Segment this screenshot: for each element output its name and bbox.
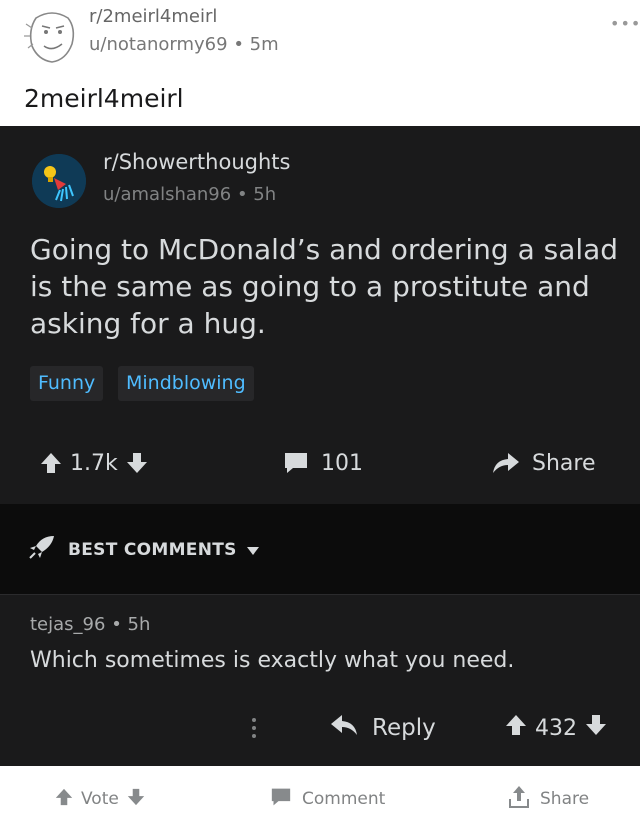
chevron-down-icon — [246, 540, 259, 560]
flair-mindblowing[interactable]: Mindblowing — [118, 366, 254, 401]
comment-sort-bar: BEST COMMENTS — [0, 504, 640, 594]
outer-vote-label: Vote — [81, 789, 119, 809]
post-vote-group: 1.7k — [40, 441, 148, 485]
upvote-arrow-icon[interactable] — [55, 787, 73, 812]
downvote-arrow-icon[interactable] — [126, 451, 148, 475]
embedded-post: r/Showerthoughts u/amalshan96 • 5h Going… — [0, 126, 640, 504]
comment-text: Which sometimes is exactly what you need… — [30, 648, 515, 673]
comment-bubble-icon — [283, 451, 309, 475]
embedded-post-meta: u/amalshan96 • 5h — [103, 184, 276, 205]
post-share-button[interactable]: Share — [492, 441, 596, 485]
post-vote-count: 1.7k — [70, 450, 118, 476]
embedded-post-time: 5h — [253, 184, 277, 205]
comment-reply-label: Reply — [372, 715, 436, 741]
outer-share-label: Share — [540, 789, 590, 809]
reply-arrow-icon — [330, 714, 358, 742]
outer-comment-button[interactable]: Comment — [270, 786, 385, 812]
outer-post-meta: u/notanormy69 • 5m — [89, 34, 279, 55]
upvote-arrow-icon[interactable] — [40, 451, 62, 475]
outer-post-header: r/2meirl4meirl u/notanormy69 • 5m ••• — [0, 0, 640, 70]
comment-reply-button[interactable]: Reply — [330, 706, 436, 750]
outer-post-actions: Vote Comment Share — [0, 766, 640, 831]
outer-share-button[interactable]: Share — [508, 785, 590, 814]
rage-face-avatar-icon[interactable] — [22, 6, 82, 66]
comment-author[interactable]: tejas_96 — [30, 614, 105, 635]
more-options-icon[interactable]: ••• — [610, 14, 640, 33]
comment-vote-group: 432 — [505, 706, 607, 750]
downvote-arrow-icon[interactable] — [585, 713, 607, 743]
flair-funny[interactable]: Funny — [30, 366, 104, 401]
embedded-subreddit-name[interactable]: r/Showerthoughts — [103, 150, 290, 174]
embedded-username[interactable]: u/amalshan96 — [103, 184, 231, 205]
more-vertical-icon[interactable] — [250, 706, 258, 750]
rocket-icon — [28, 534, 56, 565]
outer-username[interactable]: u/notanormy69 — [89, 34, 228, 55]
share-arrow-icon — [492, 452, 520, 474]
outer-comment-label: Comment — [302, 789, 386, 809]
comment-meta: tejas_96 • 5h — [30, 614, 150, 635]
comment-time: 5h — [127, 614, 151, 635]
divider — [0, 594, 640, 595]
meta-separator: • — [236, 184, 248, 205]
meta-separator: • — [111, 614, 122, 635]
outer-subreddit-name[interactable]: r/2meirl4meirl — [89, 6, 217, 27]
comment-vote-count: 432 — [535, 715, 577, 741]
post-share-label: Share — [532, 450, 596, 476]
outer-vote-group: Vote — [55, 786, 145, 812]
meta-separator: • — [233, 34, 244, 55]
share-upload-icon — [508, 785, 530, 814]
outer-post-title: 2meirl4meirl — [24, 84, 184, 113]
upvote-arrow-icon[interactable] — [505, 713, 527, 743]
post-comment-count: 101 — [321, 450, 363, 476]
comment-bubble-icon — [270, 787, 292, 812]
comment-sort-label: BEST COMMENTS — [68, 539, 237, 560]
embedded-screenshot: r/Showerthoughts u/amalshan96 • 5h Going… — [0, 126, 640, 766]
downvote-arrow-icon[interactable] — [127, 787, 145, 812]
embedded-post-body: Going to McDonald’s and ordering a salad… — [30, 233, 619, 340]
post-actions-bar: 1.7k 101 Share — [0, 441, 640, 485]
comment-actions-bar: Reply 432 — [0, 706, 640, 750]
post-comments-button[interactable]: 101 — [283, 441, 363, 485]
lightbulb-shower-icon[interactable] — [32, 154, 86, 208]
comment-sort-button[interactable]: BEST COMMENTS — [28, 534, 259, 565]
outer-post-time: 5m — [249, 34, 279, 55]
